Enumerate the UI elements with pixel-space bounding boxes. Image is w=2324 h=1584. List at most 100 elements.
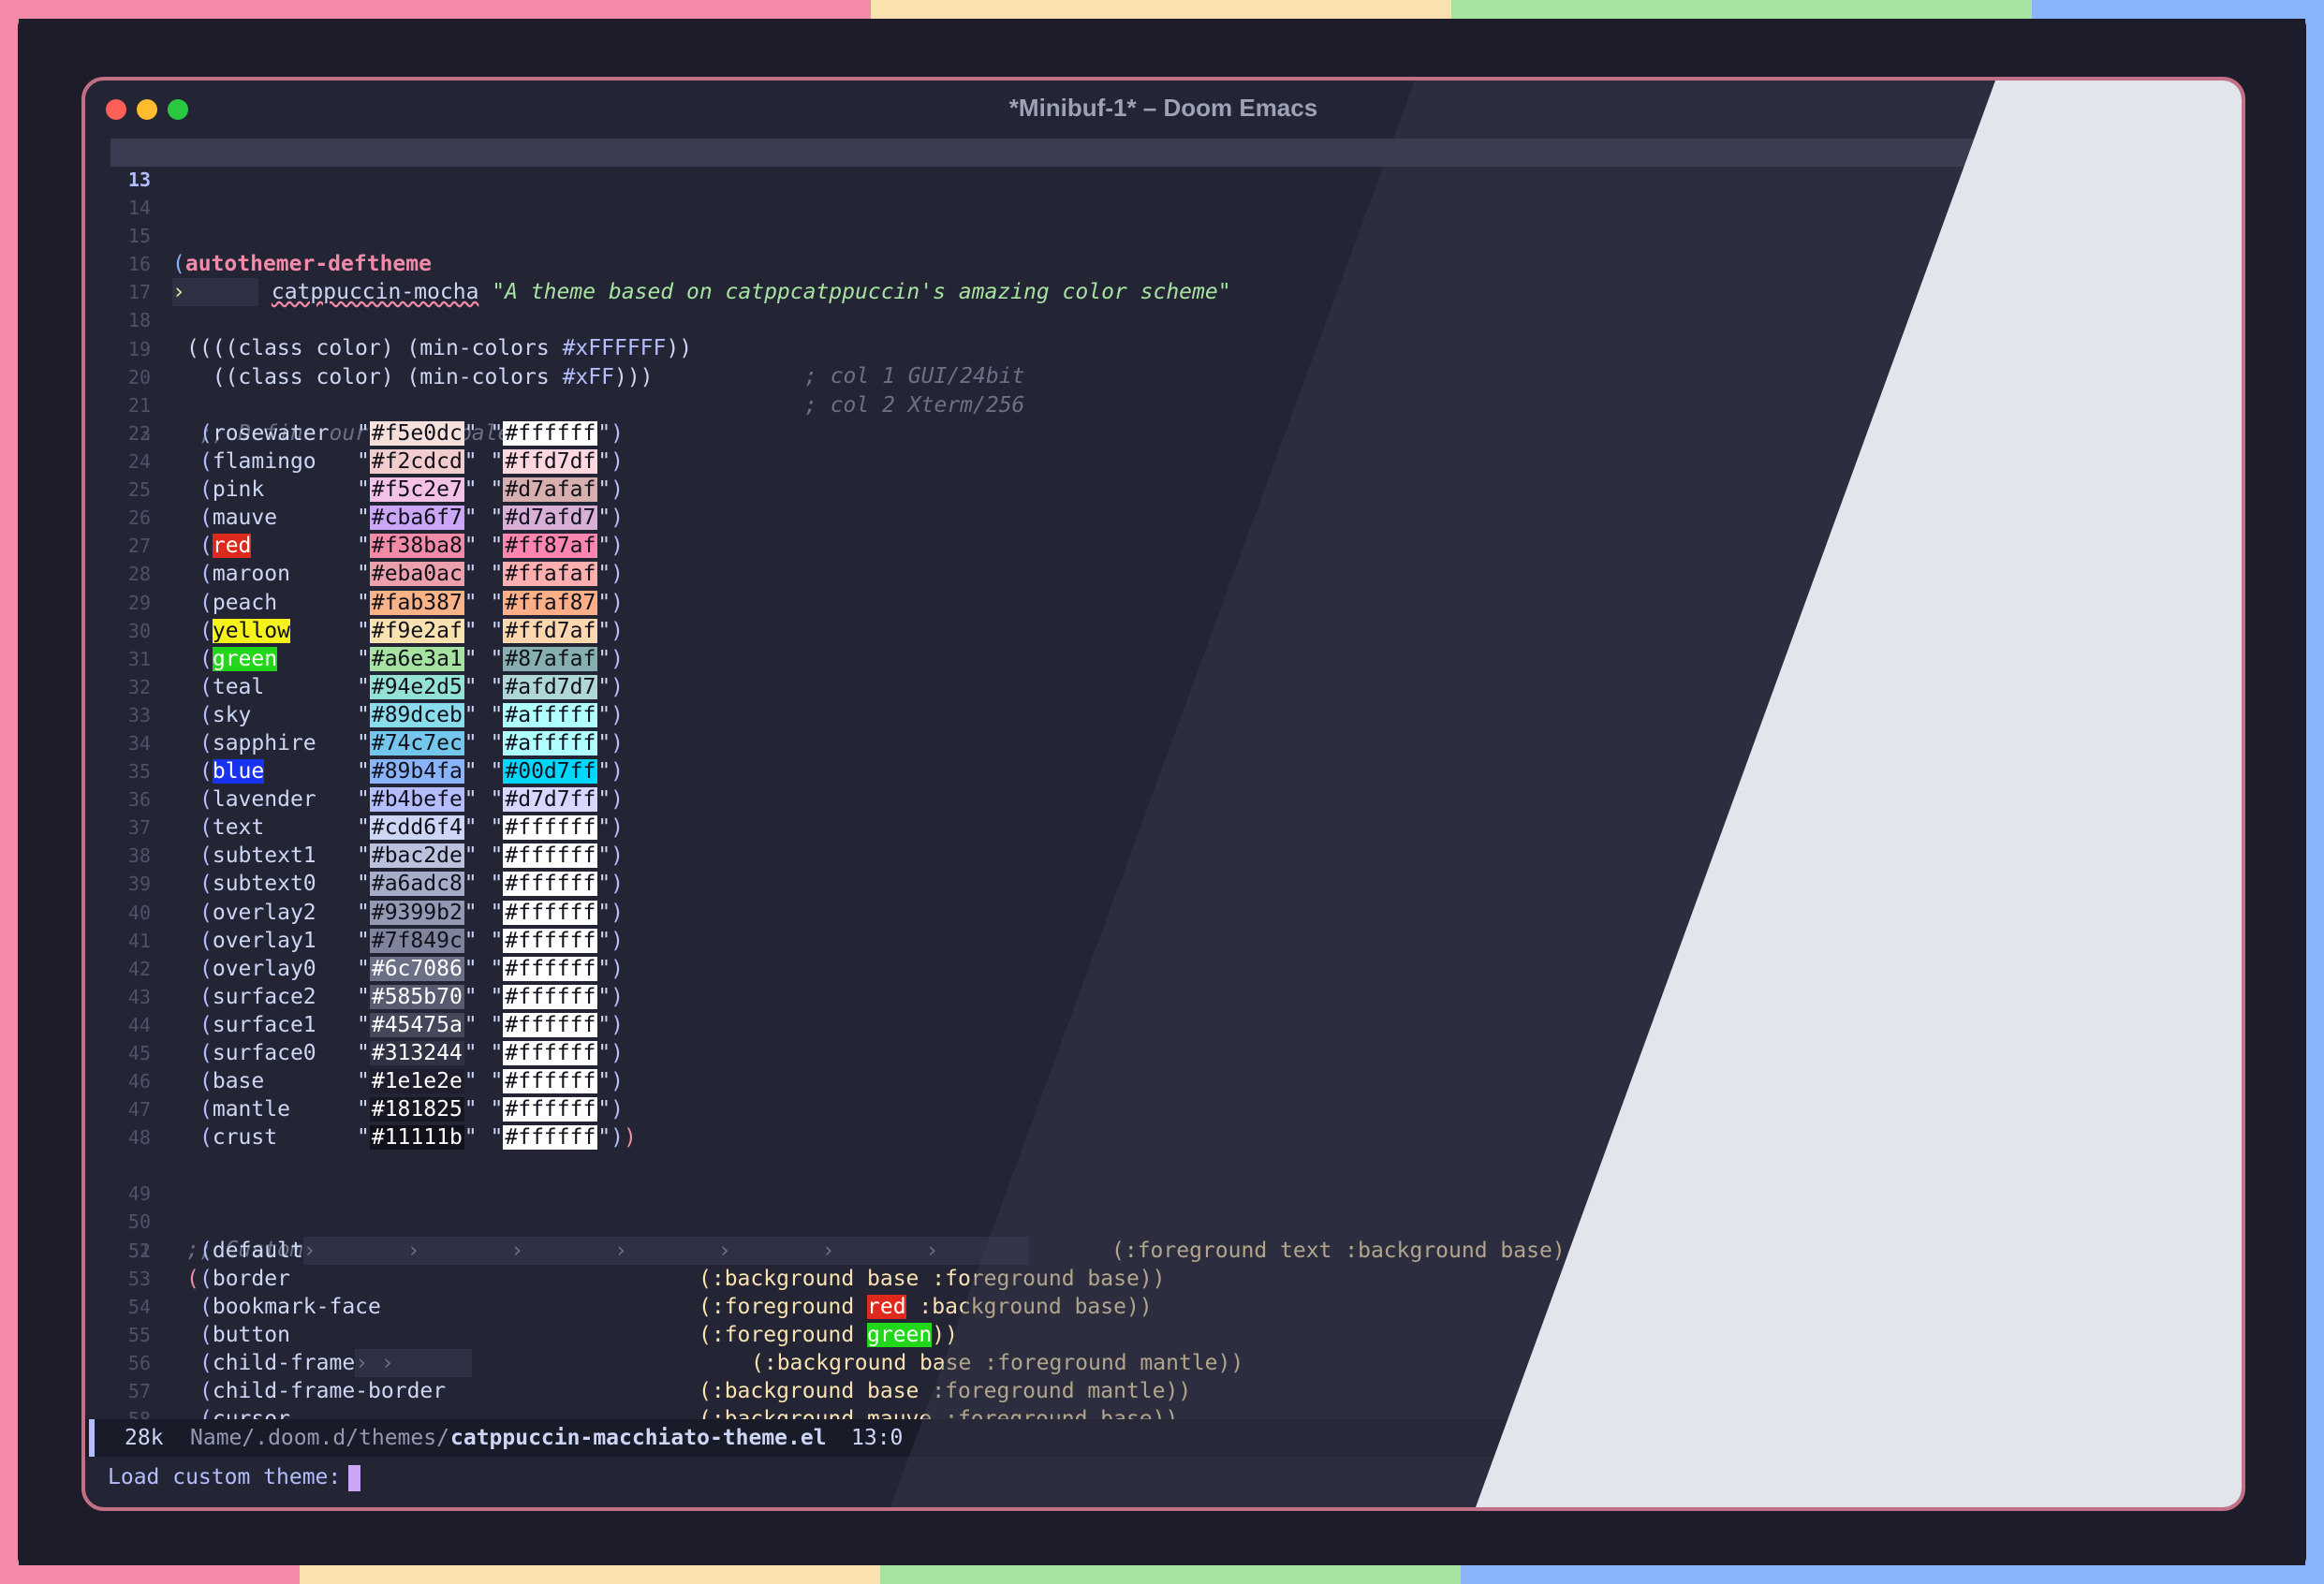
check-icon[interactable]: ✓ [2203,1419,2216,1457]
code-line[interactable]: 16 › catppuccin-mocha "A theme based on … [85,222,2242,307]
palette-line[interactable]: 37 (text "#cdd6f4" "#ffffff") [85,814,2242,842]
face-spec: (:foreground [699,1322,868,1347]
quote: " [357,1125,370,1151]
face-line[interactable]: 56 (child-frame› › (:background base :for… [85,1349,2242,1378]
gui-color-swatch: #74c7ec [369,730,464,755]
quote: " [463,872,478,897]
palette-line[interactable]: 39 (subtext0 "#a6adc8" "#ffffff") [85,870,2242,898]
gui-color-swatch: #f5c2e7 [369,477,464,503]
palette-line[interactable]: 44 (surface1 "#45475a" "#ffffff") [85,1011,2242,1039]
paren: ) [610,420,625,446]
palette-line[interactable]: 38 (subtext1 "#bac2de" "#ffffff") [85,842,2242,870]
face-line[interactable]: 54 (bookmark-face (:foreground red :backgr… [85,1293,2242,1321]
palette-line[interactable]: 30 (yellow "#f9e2af" "#ffd7af") [85,617,2242,645]
gui-color-swatch: #eba0ac [369,562,464,587]
palette-line[interactable]: 34 (sapphire "#74c7ec" "#afffff") [85,729,2242,757]
palette-line[interactable]: 47 (mantle "#181825" "#ffffff") [85,1095,2242,1123]
face-line[interactable]: 57 (child-frame-border (:background base :… [85,1377,2242,1405]
quote: " [490,477,504,503]
code-line[interactable]: 13 [85,138,2242,191]
palette-line[interactable]: 35 (blue "#89b4fa" "#00d7ff") [85,757,2242,785]
bg-stripe-pink [0,0,871,19]
code-line[interactable]: 17 [85,250,2242,303]
palette-line[interactable]: 48 (crust "#11111b" "#ffffff")) [85,1123,2242,1151]
term-color-swatch: #ffffff [503,956,598,981]
palette-line[interactable]: 26 (mauve "#cba6f7" "#d7afd7") [85,504,2242,532]
title-bar[interactable]: *Minibuf-1* – Doom Emacs [85,81,2242,133]
face-spec: :background base)) [905,1294,1153,1319]
quote: " [490,562,504,587]
code-line[interactable]: 18 ((((class color) (min-colors #xFFFFFF… [85,278,2242,389]
face-spec: (:background base :foreground base)) [699,1266,1166,1291]
color-name: subtext1 [212,843,316,869]
line-number: 39 [127,873,151,896]
mode-line[interactable]: 28k Name/.doom.d/themes/ catppuccin-macc… [85,1419,2242,1457]
quote: " [490,1041,504,1065]
quote: " [490,872,504,897]
line-number: 26 [127,506,151,530]
quote: " [490,787,504,813]
code-line[interactable]: 50 ;; Customize faces [85,1180,2242,1262]
palette-line[interactable]: 24 (flamingo "#f2cdcd" "#ffd7df") [85,447,2242,476]
quote: " [357,506,370,531]
paren: ( [199,872,213,897]
quote: " [463,1069,478,1094]
palette-line[interactable]: 40 (overlay2 "#9399b2" "#ffffff") [85,899,2242,927]
gui-color-swatch: #f2cdcd [369,449,464,475]
quote: " [463,759,478,785]
paren: ) [610,984,625,1009]
quote: " [357,928,370,953]
palette-line[interactable]: 43 (surface2 "#585b70" "#ffffff") [85,983,2242,1011]
palette-line[interactable]: 29 (peach "#fab387" "#ffaf87") [85,589,2242,617]
code-line[interactable]: 49 [85,1151,2242,1205]
quote: " [357,900,370,925]
quote: " [597,702,611,727]
paren: ( [199,534,213,559]
color-name: pink [212,477,265,503]
quote: " [597,872,611,897]
face-line[interactable]: 55 (button (:foreground green)) [85,1321,2242,1349]
palette-line[interactable]: 41 (overlay1 "#7f849c" "#ffffff") [85,927,2242,955]
quote: " [597,646,611,671]
palette-line[interactable]: 36 (lavender "#b4befe" "#d7d7ff") [85,785,2242,814]
quote: " [490,506,504,531]
palette-line[interactable]: 46 (base "#1e1e2e" "#ffffff") [85,1067,2242,1095]
quote: " [357,984,370,1009]
code-line[interactable]: 51 ( [85,1209,2242,1291]
minibuffer[interactable]: Load custom theme: [85,1459,2242,1496]
palette-line[interactable]: 28 (maroon "#eba0ac" "#ffafaf") [85,560,2242,588]
bg-stripe-blue [2032,0,2324,19]
palette-line[interactable]: 27 (red "#f38ba8" "#ff87af") [85,532,2242,560]
quote: " [490,928,504,953]
code-line[interactable]: 15 (autothemer-deftheme [85,194,2242,276]
paren: ( [199,984,213,1009]
palette-line[interactable]: 42 (overlay0 "#6c7086" "#ffffff") [85,955,2242,983]
code-line[interactable]: 21 ;; Define our color palette [85,363,2242,446]
file-name[interactable]: catppuccin-macchiato-theme.el [450,1419,827,1457]
quote: " [597,1012,611,1037]
palette-line[interactable]: 33 (sky "#89dceb" "#afffff") [85,701,2242,729]
palette-line[interactable]: 31 (green "#a6e3a1" "#87afaf") [85,645,2242,673]
palette-line[interactable]: 23 (rosewater "#f5e0dc" "#ffffff") [85,419,2242,447]
quote: " [490,618,504,643]
emacs-window[interactable]: *Minibuf-1* – Doom Emacs 13 14 15 (autot… [81,77,2245,1511]
editor-buffer[interactable]: 13 14 15 (autothemer-deftheme 16 › catpp… [85,138,2242,1433]
color-palette: 23 (rosewater "#f5e0dc" "#ffffff") 24 (flami… [85,419,2242,1151]
major-mode[interactable]: Elisp [2108,1419,2172,1457]
face-line[interactable]: 52 (default› › › › › › › (:foreground tex… [85,1236,2242,1265]
code-line[interactable]: 14 [85,166,2242,219]
code-line[interactable]: 20 [85,335,2242,389]
face-line[interactable]: 53 (border (:background base :foreground b… [85,1265,2242,1293]
palette-line[interactable]: 45 (surface0 "#313244" "#ffffff") [85,1039,2242,1067]
code-line[interactable]: 22 [85,391,2242,445]
quote: " [490,702,504,727]
palette-line[interactable]: 32 (teal "#94e2d5" "#afd7d7") [85,673,2242,701]
line-number: 56 [127,1352,151,1375]
code-line[interactable]: 19 ((class color) (min-colors #xFF))) ; … [85,307,2242,418]
line-number: 36 [127,788,151,812]
eol-indicator[interactable]: LF [2042,1419,2068,1457]
quote: " [463,815,478,841]
palette-line[interactable]: 25 (pink "#f5c2e7" "#d7afaf") [85,476,2242,504]
term-color-swatch: #afffff [503,702,598,727]
line-number: 37 [127,816,151,840]
